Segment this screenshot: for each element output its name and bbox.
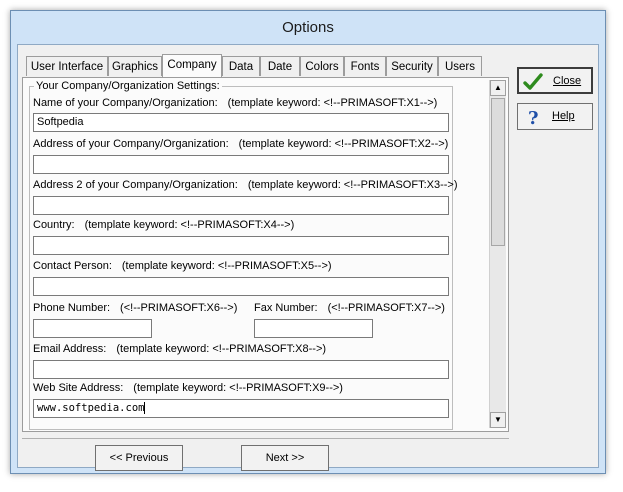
company-tab-panel: Your Company/Organization Settings: Name… — [22, 77, 509, 432]
company-name-input[interactable]: Softpedia — [33, 113, 449, 132]
company-settings-group: Your Company/Organization Settings: Name… — [29, 80, 458, 430]
scroll-thumb[interactable] — [491, 98, 505, 246]
website-input[interactable]: www.softpedia.com — [33, 399, 449, 418]
fax-label: Fax Number: (<!--PRIMASOFT:X7-->) — [254, 302, 445, 314]
help-button-label: Help — [552, 110, 575, 122]
tab-security[interactable]: Security — [386, 56, 438, 76]
company-address-label: Address of your Company/Organization: (te… — [33, 138, 449, 150]
question-icon: ? — [528, 108, 539, 127]
dialog-client: User Interface Graphics Company Data Dat… — [17, 44, 599, 471]
divider — [22, 438, 509, 439]
close-button[interactable]: Close — [517, 67, 593, 94]
tab-graphics[interactable]: Graphics — [108, 56, 162, 76]
group-title: Your Company/Organization Settings: — [34, 80, 222, 92]
options-window: Options User Interface Graphics Company … — [10, 10, 606, 474]
tab-user-interface[interactable]: User Interface — [26, 56, 108, 76]
scroll-up-icon[interactable]: ▲ — [490, 80, 506, 96]
previous-button[interactable]: << Previous — [95, 445, 183, 471]
contact-person-label: Contact Person: (template keyword: <!--PR… — [33, 260, 332, 272]
close-button-label: Close — [553, 75, 582, 87]
fax-input[interactable] — [254, 319, 373, 338]
tab-data[interactable]: Data — [222, 56, 260, 76]
country-input[interactable] — [33, 236, 449, 255]
website-label: Web Site Address: (template keyword: <!--… — [33, 382, 343, 394]
checkmark-icon — [523, 73, 543, 90]
window-title: Options — [282, 19, 334, 36]
website-value: www.softpedia.com — [37, 402, 146, 414]
vertical-scrollbar[interactable]: ▲ ▼ — [489, 80, 506, 428]
email-input[interactable] — [33, 360, 449, 379]
phone-label: Phone Number: (<!--PRIMASOFT:X6-->) — [33, 302, 238, 314]
tab-fonts[interactable]: Fonts — [344, 56, 386, 76]
svg-text:?: ? — [528, 108, 539, 127]
email-label: Email Address: (template keyword: <!--PRI… — [33, 343, 327, 355]
help-button[interactable]: ? Help — [517, 103, 593, 130]
company-address2-label: Address 2 of your Company/Organization:(… — [33, 179, 458, 191]
phone-input[interactable] — [33, 319, 152, 338]
company-address2-input[interactable] — [33, 196, 449, 215]
company-name-label: Name of your Company/Organization: (templ… — [33, 97, 438, 109]
country-label: Country: (template keyword: <!--PRIMASOFT… — [33, 219, 295, 231]
tab-date[interactable]: Date — [260, 56, 300, 76]
next-button[interactable]: Next >> — [241, 445, 329, 471]
tab-company[interactable]: Company — [162, 54, 222, 77]
scroll-down-icon[interactable]: ▼ — [490, 412, 506, 428]
tab-users[interactable]: Users — [438, 56, 482, 76]
contact-person-input[interactable] — [33, 277, 449, 296]
company-address-input[interactable] — [33, 155, 449, 174]
tab-colors[interactable]: Colors — [300, 56, 344, 76]
